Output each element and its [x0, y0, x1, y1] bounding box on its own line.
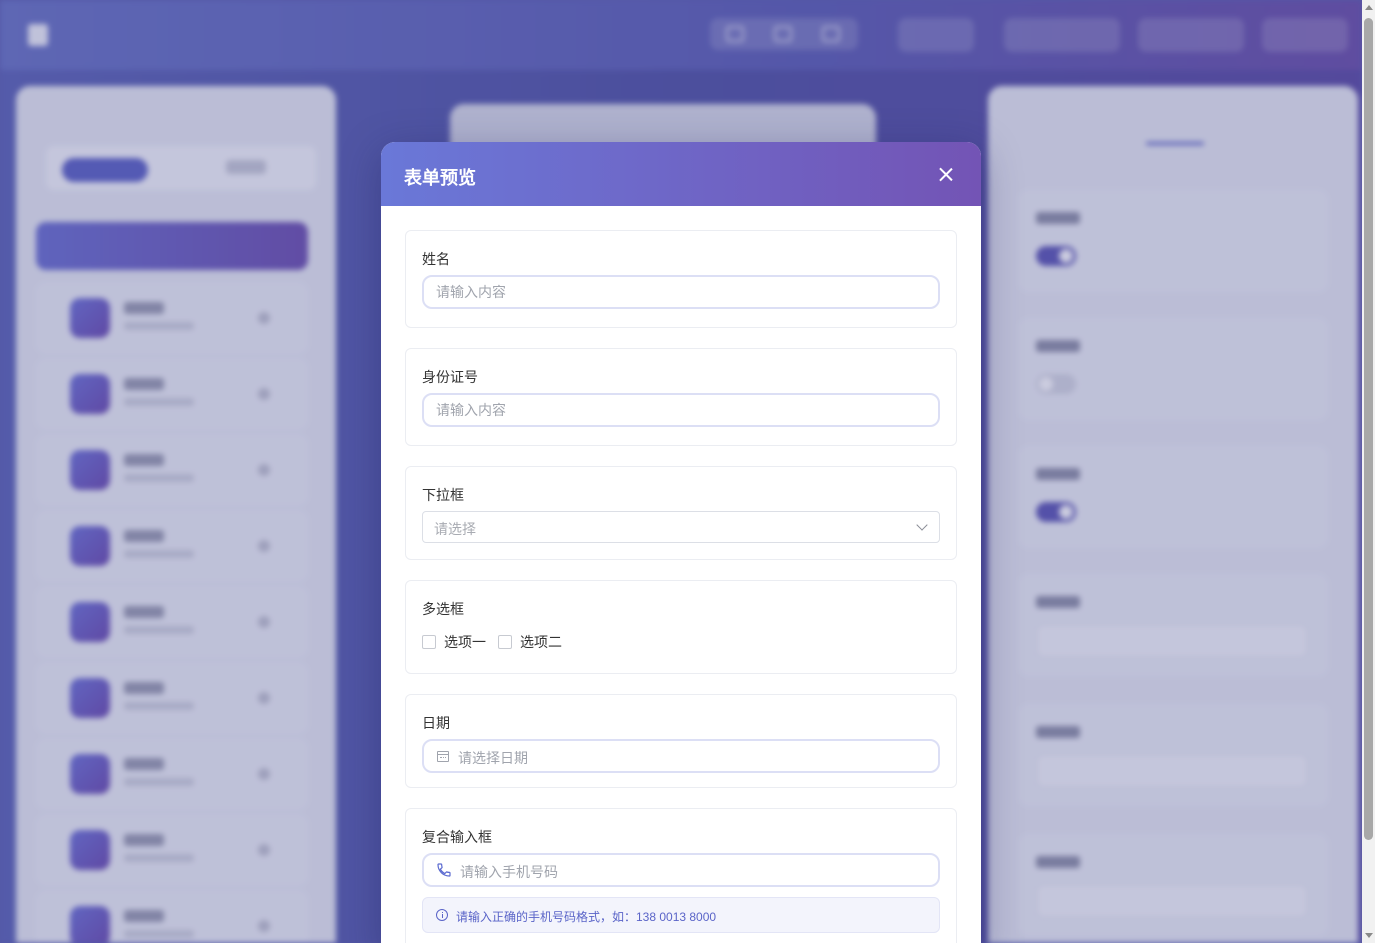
field-label: 下拉框	[422, 487, 464, 503]
id-number-input[interactable]	[422, 393, 940, 427]
hint-text: 请输入正确的手机号码格式，如：138 0013 8000	[456, 910, 717, 924]
scrollbar-thumb[interactable]	[1364, 18, 1373, 840]
scroll-down-icon[interactable]	[1365, 933, 1373, 938]
field-label: 多选框	[422, 601, 464, 617]
form-field-id-number: 身份证号	[405, 348, 957, 446]
form-preview-modal: 表单预览 姓名 身份证号 下拉框 请选择 多选框 选项一 选项二	[381, 142, 981, 943]
close-icon[interactable]	[935, 164, 957, 186]
checkbox-option-2[interactable]: 选项二	[498, 632, 562, 652]
phone-format-hint: 请输入正确的手机号码格式，如：138 0013 8000	[422, 897, 940, 933]
checkbox-option-1[interactable]: 选项一	[422, 632, 486, 652]
form-field-phone: 复合输入框 请输入手机号码 请输入正确的手机号码格式，如：138 0013 80…	[405, 808, 957, 943]
form-field-checkbox: 多选框 选项一 选项二	[405, 580, 957, 674]
form-field-date: 日期 请选择日期	[405, 694, 957, 788]
name-input[interactable]	[422, 275, 940, 309]
checkbox-group: 选项一 选项二	[422, 632, 574, 652]
modal-header: 表单预览	[381, 142, 981, 206]
form-field-name: 姓名	[405, 230, 957, 328]
checkbox-label: 选项一	[444, 634, 486, 650]
chevron-down-icon	[916, 519, 928, 531]
scroll-up-icon[interactable]	[1365, 5, 1373, 10]
select-dropdown[interactable]: 请选择	[422, 511, 940, 543]
date-placeholder: 请选择日期	[458, 750, 528, 766]
phone-placeholder: 请输入手机号码	[460, 864, 558, 880]
checkbox[interactable]	[498, 635, 512, 649]
date-picker-input[interactable]: 请选择日期	[422, 739, 940, 773]
form-field-select: 下拉框 请选择	[405, 466, 957, 560]
field-label: 日期	[422, 715, 450, 731]
phone-input[interactable]: 请输入手机号码	[422, 853, 940, 887]
checkbox-label: 选项二	[520, 634, 562, 650]
modal-title: 表单预览	[404, 168, 476, 188]
select-placeholder: 请选择	[434, 521, 476, 537]
phone-icon	[437, 863, 451, 877]
field-label: 身份证号	[422, 369, 478, 385]
field-label: 姓名	[422, 251, 450, 267]
field-label: 复合输入框	[422, 829, 492, 845]
page-scrollbar[interactable]	[1362, 0, 1375, 943]
checkbox[interactable]	[422, 635, 436, 649]
info-icon	[436, 909, 448, 921]
calendar-icon	[437, 751, 449, 762]
